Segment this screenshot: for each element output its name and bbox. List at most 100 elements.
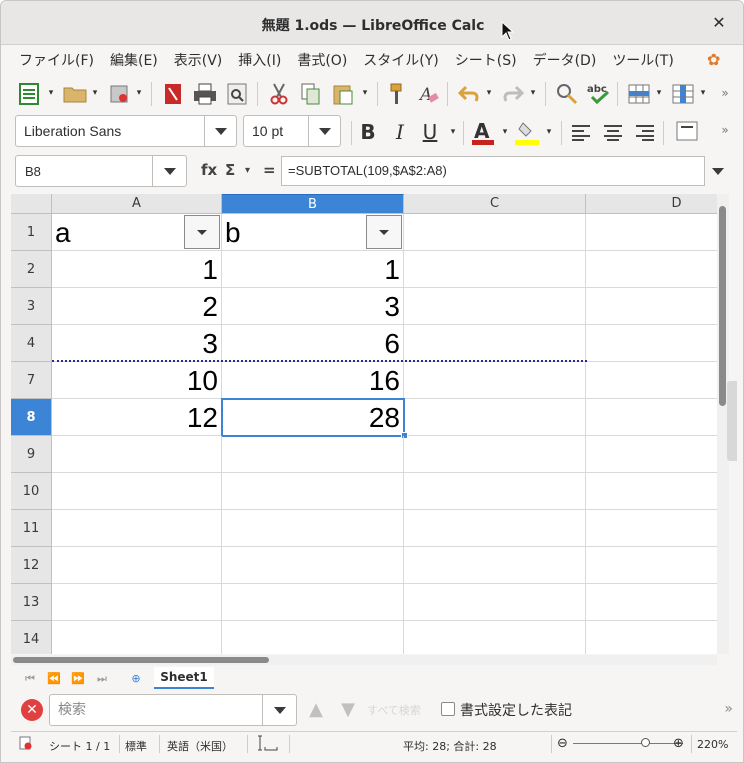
gear-icon[interactable]: ✿ — [707, 51, 725, 69]
cell-c1[interactable] — [404, 214, 586, 251]
next-sheet-icon[interactable]: ⏩ — [69, 671, 87, 687]
row-header[interactable]: 13 — [11, 584, 52, 621]
scrollbar-thumb[interactable] — [13, 657, 269, 663]
redo-icon[interactable] — [499, 80, 527, 108]
chevron-down-icon[interactable]: ▾ — [545, 128, 553, 137]
chevron-down-icon[interactable]: ▾ — [449, 128, 457, 137]
cell-a3[interactable]: 2 — [52, 288, 222, 325]
chevron-down-icon[interactable]: ▾ — [245, 165, 250, 176]
select-all-corner[interactable] — [11, 194, 52, 214]
cell-b3[interactable]: 3 — [222, 288, 404, 325]
cell-b7[interactable]: 16 — [222, 362, 404, 399]
more-icon[interactable]: » — [721, 124, 729, 136]
column-header-c[interactable]: C — [404, 194, 586, 214]
align-left-icon[interactable] — [567, 119, 595, 147]
cell-d14[interactable] — [586, 621, 717, 654]
chevron-down-icon[interactable] — [204, 116, 236, 146]
find-next-icon[interactable]: ▼ — [337, 699, 359, 721]
cell-a11[interactable] — [52, 510, 222, 547]
cell-b4[interactable]: 6 — [222, 325, 404, 362]
cell-c4[interactable] — [404, 325, 586, 362]
chevron-down-icon[interactable]: ▾ — [501, 128, 509, 137]
row-header[interactable]: 10 — [11, 473, 52, 510]
font-name-combo[interactable]: Liberation Sans — [15, 115, 237, 147]
cell-b9[interactable] — [222, 436, 404, 473]
clone-formatting-icon[interactable] — [385, 80, 413, 108]
cell-d12[interactable] — [586, 547, 717, 584]
find-field[interactable] — [49, 694, 297, 726]
cell-b11[interactable] — [222, 510, 404, 547]
document-modified-icon[interactable] — [19, 736, 33, 753]
cell-a14[interactable] — [52, 621, 222, 654]
chevron-down-icon[interactable]: ▾ — [655, 89, 663, 98]
sheet-tab-sheet1[interactable]: Sheet1 — [154, 667, 214, 689]
cell-b14[interactable] — [222, 621, 404, 654]
cell-c8[interactable] — [404, 399, 586, 436]
zoom-level[interactable]: 220% — [697, 738, 728, 751]
cell-a10[interactable] — [52, 473, 222, 510]
page-style[interactable]: 標準 — [125, 738, 147, 754]
menu-tools[interactable]: ツール(T) — [604, 50, 681, 70]
row-header[interactable]: 3 — [11, 288, 52, 325]
more-icon[interactable]: » — [724, 701, 733, 717]
close-find-icon[interactable]: ✕ — [21, 699, 43, 721]
find-input[interactable] — [58, 700, 258, 720]
selection-summary[interactable]: 平均: 28; 合計: 28 — [403, 738, 497, 754]
row-header[interactable]: 4 — [11, 325, 52, 362]
menu-sheet[interactable]: シート(S) — [447, 50, 525, 70]
export-pdf-icon[interactable] — [159, 80, 187, 108]
cell-a12[interactable] — [52, 547, 222, 584]
previous-sheet-icon[interactable]: ⏪ — [45, 671, 63, 687]
cell-d1[interactable] — [586, 214, 717, 251]
sum-icon[interactable]: Σ — [225, 161, 235, 179]
copy-icon[interactable] — [297, 80, 325, 108]
cell-d11[interactable] — [586, 510, 717, 547]
formatted-display-checkbox[interactable] — [441, 702, 455, 716]
menu-data[interactable]: データ(D) — [525, 50, 605, 70]
cell-d10[interactable] — [586, 473, 717, 510]
highlight-color-icon[interactable] — [513, 119, 541, 147]
new-spreadsheet-icon[interactable] — [15, 80, 43, 108]
chevron-down-icon[interactable]: ▾ — [529, 89, 537, 98]
find-all-button[interactable]: すべて検索 — [367, 702, 421, 718]
spreadsheet-grid[interactable]: A B C D 1 a b 2 1 1 3 2 3 4 3 6 7 10 16 — [11, 194, 717, 654]
spellcheck-icon[interactable]: abc — [585, 80, 613, 108]
menu-edit[interactable]: 編集(E) — [102, 50, 166, 70]
align-center-icon[interactable] — [599, 119, 627, 147]
find-previous-icon[interactable]: ▲ — [305, 699, 327, 721]
chevron-down-icon[interactable] — [262, 695, 296, 725]
row-header[interactable]: 2 — [11, 251, 52, 288]
formula-input[interactable]: =SUBTOTAL(109,$A$2:A8) — [281, 156, 705, 186]
print-preview-icon[interactable] — [223, 80, 251, 108]
row-icon[interactable] — [625, 80, 653, 108]
menu-styles[interactable]: スタイル(Y) — [355, 50, 446, 70]
column-header-b[interactable]: B — [222, 194, 404, 214]
column-header-a[interactable]: A — [52, 194, 222, 214]
print-icon[interactable] — [191, 80, 219, 108]
cell-c10[interactable] — [404, 473, 586, 510]
clear-formatting-icon[interactable]: A — [415, 80, 443, 108]
chevron-down-icon[interactable] — [308, 116, 340, 146]
cell-b10[interactable] — [222, 473, 404, 510]
name-box[interactable]: B8 — [15, 155, 187, 187]
first-sheet-icon[interactable]: ⏮ — [21, 671, 39, 687]
cell-d3[interactable] — [586, 288, 717, 325]
cell-c14[interactable] — [404, 621, 586, 654]
cell-c3[interactable] — [404, 288, 586, 325]
menu-view[interactable]: 表示(V) — [166, 50, 231, 70]
cell-b13[interactable] — [222, 584, 404, 621]
autofilter-button-b[interactable] — [366, 215, 402, 249]
cell-b2[interactable]: 1 — [222, 251, 404, 288]
zoom-in-icon[interactable]: ⊕ — [673, 736, 684, 751]
cell-a7[interactable]: 10 — [52, 362, 222, 399]
paste-icon[interactable] — [329, 80, 357, 108]
cell-c7[interactable] — [404, 362, 586, 399]
add-sheet-icon[interactable]: ⊕ — [127, 671, 145, 687]
horizontal-scrollbar[interactable] — [11, 655, 717, 665]
undo-icon[interactable] — [455, 80, 483, 108]
autofilter-button-a[interactable] — [184, 215, 220, 249]
selection-mode-icon[interactable] — [257, 735, 279, 754]
expand-formula-icon[interactable] — [707, 156, 729, 186]
cell-a9[interactable] — [52, 436, 222, 473]
sidebar-toggle[interactable] — [727, 381, 737, 461]
